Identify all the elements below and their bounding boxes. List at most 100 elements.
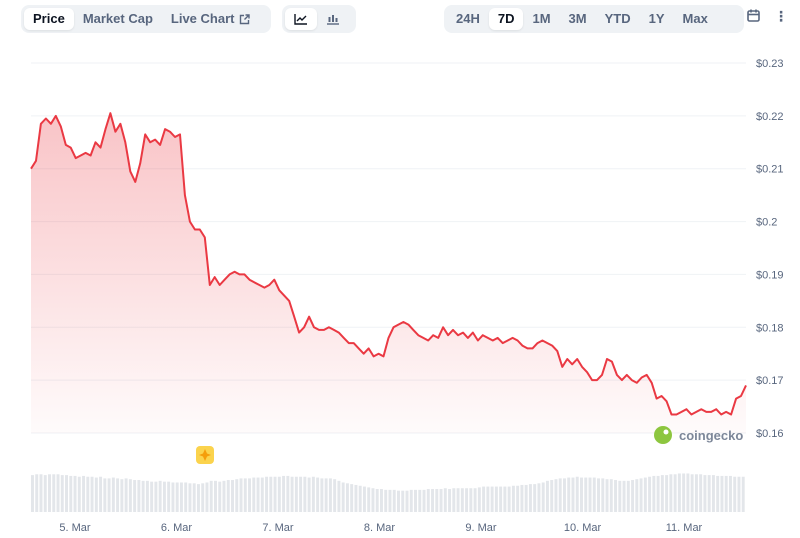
volume-bar <box>426 489 430 512</box>
volume-bar <box>77 476 81 512</box>
volume-bar <box>699 474 703 512</box>
volume-bar <box>35 474 39 512</box>
volume-bar <box>609 479 613 512</box>
volume-bar <box>733 476 737 512</box>
y-tick-label: $0.16 <box>756 428 784 440</box>
volume-bar <box>209 480 213 512</box>
volume-bar <box>597 478 600 512</box>
volume-bar <box>626 480 630 512</box>
volume-bar <box>269 476 273 512</box>
volume-bar <box>367 487 371 512</box>
volume-bar <box>345 483 349 512</box>
volume-bar <box>358 485 362 512</box>
volume-bar <box>516 485 520 512</box>
volume-bar <box>677 473 681 512</box>
volume-bar <box>141 480 145 512</box>
coingecko-watermark: coingecko <box>654 426 743 444</box>
y-tick-label: $0.19 <box>756 269 784 281</box>
volume-bar <box>179 482 183 512</box>
y-tick-label: $0.23 <box>756 58 784 70</box>
volume-bar <box>167 481 171 512</box>
volume-bars <box>31 473 745 512</box>
volume-bar <box>673 474 677 512</box>
volume-bar <box>431 489 435 512</box>
volume-bar <box>605 479 609 512</box>
volume-bar <box>490 486 494 512</box>
volume-bar <box>282 475 286 512</box>
volume-bar <box>333 479 337 512</box>
volume-bar <box>397 490 400 512</box>
volume-bar <box>511 485 515 512</box>
volume-bar <box>392 489 396 512</box>
volume-bar <box>371 488 375 512</box>
volume-bar <box>260 477 264 512</box>
volume-bar <box>150 481 154 512</box>
volume-bar <box>669 474 673 512</box>
event-marker[interactable] <box>196 446 214 464</box>
volume-bar <box>354 484 358 512</box>
volume-bar <box>584 477 588 512</box>
volume-bar <box>307 477 311 512</box>
y-tick-label: $0.22 <box>756 111 784 123</box>
volume-bar <box>614 480 618 512</box>
volume-bar <box>311 476 315 512</box>
volume-bar <box>52 474 56 512</box>
price-area <box>31 113 746 433</box>
volume-bar <box>520 484 524 512</box>
volume-bar <box>248 478 252 512</box>
volume-bar <box>452 488 456 512</box>
volume-bar <box>128 479 132 512</box>
volume-bar <box>473 488 477 512</box>
x-tick-label: 6. Mar <box>161 522 193 534</box>
volume-bar <box>192 483 196 512</box>
volume-bar <box>694 474 698 512</box>
volume-bar <box>379 489 383 512</box>
y-tick-label: $0.17 <box>756 375 784 387</box>
volume-bar <box>388 489 392 512</box>
volume-bar <box>571 477 575 512</box>
volume-bar <box>299 476 303 512</box>
volume-bar <box>665 475 669 512</box>
volume-bar <box>265 476 269 512</box>
volume-bar <box>405 490 409 512</box>
volume-bar <box>171 482 175 512</box>
volume-bar <box>575 476 579 512</box>
volume-bar <box>465 488 469 512</box>
volume-bar <box>94 477 98 512</box>
volume-bar <box>31 475 34 512</box>
volume-bar <box>145 480 149 512</box>
volume-bar <box>48 474 51 512</box>
volume-bar <box>324 478 328 512</box>
volume-bar <box>39 474 43 512</box>
x-tick-label: 10. Mar <box>564 522 602 534</box>
volume-bar <box>737 476 741 512</box>
volume-bar <box>503 486 507 512</box>
x-tick-label: 9. Mar <box>465 522 497 534</box>
volume-bar <box>567 477 571 512</box>
volume-bar <box>362 486 366 512</box>
volume-bar <box>137 480 141 512</box>
volume-bar <box>618 480 622 512</box>
y-tick-label: $0.2 <box>756 217 777 229</box>
volume-bar <box>414 489 417 512</box>
volume-bar <box>401 490 405 512</box>
price-chart: $0.23$0.22$0.21$0.2$0.19$0.18$0.17$0.16 … <box>30 58 784 534</box>
coingecko-logo-icon <box>654 426 672 444</box>
volume-bar <box>133 480 137 512</box>
volume-bar <box>294 476 298 512</box>
volume-bar <box>486 486 490 512</box>
volume-bar <box>639 478 643 512</box>
volume-bar <box>456 488 460 512</box>
volume-bar <box>720 475 724 512</box>
volume-bar <box>580 477 583 512</box>
volume-bar <box>154 481 158 512</box>
volume-bar <box>103 478 107 512</box>
volume-bar <box>350 484 354 512</box>
volume-bar <box>188 483 192 512</box>
volume-bar <box>682 473 686 512</box>
volume-bar <box>741 476 745 512</box>
volume-bar <box>73 475 77 512</box>
volume-bar <box>316 477 320 512</box>
volume-bar <box>707 475 711 512</box>
x-tick-label: 7. Mar <box>262 522 294 534</box>
